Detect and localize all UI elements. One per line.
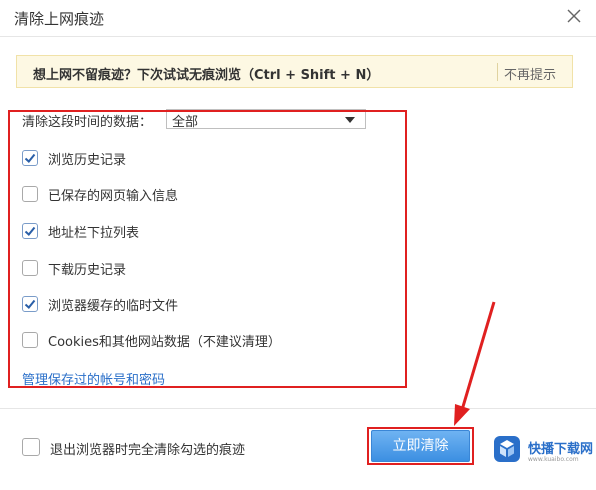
checkbox[interactable]	[22, 223, 38, 239]
time-range-label: 清除这段时间的数据：	[22, 115, 153, 130]
footer-divider	[0, 408, 596, 409]
time-range-value: 全部	[172, 115, 199, 130]
watermark-logo-icon	[494, 436, 520, 462]
close-button[interactable]	[563, 5, 585, 27]
option-label: 浏览历史记录	[48, 153, 127, 168]
checkbox[interactable]	[22, 332, 38, 348]
checkmark-icon	[24, 226, 36, 236]
checkmark-icon	[24, 153, 36, 163]
close-icon	[567, 9, 581, 23]
title-divider	[0, 36, 596, 37]
option-label: Cookies和其他网站数据（不建议清理）	[48, 335, 281, 350]
dialog-titlebar: 清除上网痕迹	[0, 0, 596, 36]
time-range-select[interactable]: 全部	[166, 109, 366, 130]
option-label: 已保存的网页输入信息	[48, 189, 179, 204]
watermark-name: 快播下载网	[528, 442, 594, 457]
clear-now-button[interactable]: 立即清除	[371, 430, 470, 462]
checkmark-icon	[24, 299, 36, 309]
option-label: 下载历史记录	[48, 263, 127, 278]
watermark: 快播下载网 www.kuaibo.com	[492, 430, 594, 470]
watermark-sub: www.kuaibo.com	[528, 456, 579, 463]
checkbox[interactable]	[22, 296, 38, 312]
checkbox[interactable]	[22, 438, 40, 456]
option-label: 地址栏下拉列表	[48, 226, 140, 241]
incognito-tip-bar: 想上网不留痕迹？下次试试无痕浏览（Ctrl + Shift + N） 不再提示	[16, 55, 573, 88]
exit-clear-label: 退出浏览器时完全清除勾选的痕迹	[50, 443, 246, 458]
checkbox[interactable]	[22, 150, 38, 166]
checkbox[interactable]	[22, 186, 38, 202]
tip-text: 想上网不留痕迹？下次试试无痕浏览（Ctrl + Shift + N）	[33, 68, 380, 83]
manage-passwords-link[interactable]: 管理保存过的帐号和密码	[22, 369, 165, 388]
dropdown-arrow-icon	[345, 117, 355, 123]
dialog-title: 清除上网痕迹	[14, 10, 105, 28]
option-label: 浏览器缓存的临时文件	[48, 299, 179, 314]
dismiss-tip-link[interactable]: 不再提示	[504, 64, 556, 83]
checkbox[interactable]	[22, 260, 38, 276]
tip-separator	[497, 63, 498, 81]
